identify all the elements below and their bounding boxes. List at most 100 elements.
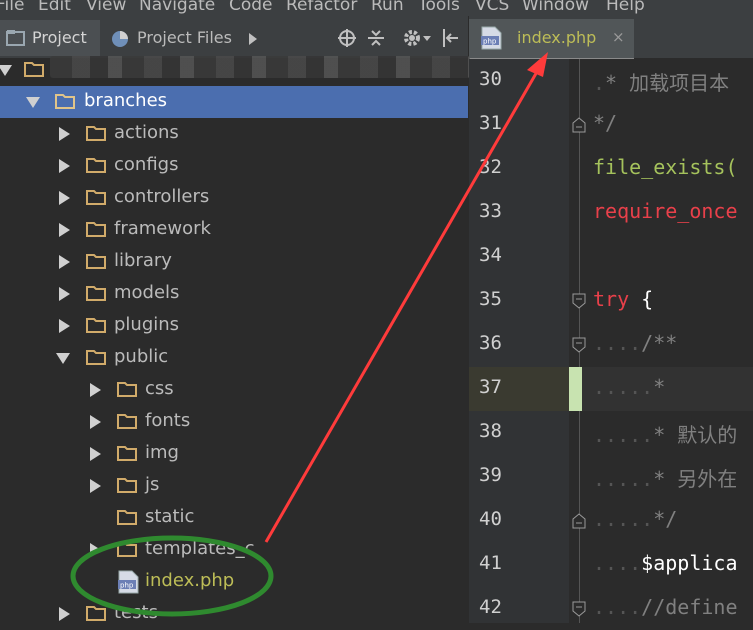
fold-start-icon[interactable] <box>572 293 586 309</box>
tree-item-public[interactable]: public <box>0 342 468 374</box>
chevron-right-icon[interactable] <box>90 447 101 461</box>
line-number: 30 <box>479 68 502 90</box>
fold-end-icon[interactable] <box>572 513 586 529</box>
tab-project[interactable]: Project <box>0 20 100 56</box>
folder-icon <box>55 94 75 109</box>
folder-icon <box>86 286 106 301</box>
editor-tab-index-php[interactable]: php index.php × <box>469 19 634 61</box>
code-line[interactable]: 30 .* 加载项目本 <box>469 59 753 103</box>
tree-item-framework[interactable]: framework <box>0 214 468 246</box>
chevron-down-icon[interactable] <box>423 36 431 42</box>
line-number: 39 <box>479 464 502 486</box>
view-dropdown-arrow-icon[interactable] <box>248 33 258 45</box>
tree-item-library[interactable]: library <box>0 246 468 278</box>
tree-item-actions[interactable]: actions <box>0 118 468 150</box>
code-line[interactable]: 39 .....* 另外在 <box>469 455 753 499</box>
tree-item-static[interactable]: static <box>0 502 468 534</box>
tree-item-controllers[interactable]: controllers <box>0 182 468 214</box>
code-line-current[interactable]: 37 .....* <box>469 367 753 411</box>
menu-help[interactable]: Help <box>606 0 645 15</box>
menu-view[interactable]: View <box>86 0 126 15</box>
tree-item-css[interactable]: css <box>0 374 468 406</box>
close-icon[interactable]: × <box>612 28 625 46</box>
fold-start-icon[interactable] <box>572 337 586 353</box>
line-number: 40 <box>479 508 502 530</box>
code-line[interactable]: 42 ....//define <box>469 587 753 623</box>
tree-item-configs[interactable]: configs <box>0 150 468 182</box>
tree-item-js[interactable]: js <box>0 470 468 502</box>
chevron-down-icon[interactable] <box>26 97 40 108</box>
change-marker <box>569 367 582 411</box>
code-line[interactable]: 36 ..../** <box>469 323 753 367</box>
tree-item-templates-c[interactable]: templates_c <box>0 534 468 566</box>
project-icon <box>6 30 25 46</box>
code-text: .....* <box>593 375 666 399</box>
chevron-right-icon[interactable] <box>59 127 70 141</box>
menu-navigate[interactable]: Navigate <box>139 0 215 15</box>
folder-icon <box>86 606 106 621</box>
tree-item-models[interactable]: models <box>0 278 468 310</box>
folder-icon <box>86 350 106 365</box>
chevron-down-icon[interactable] <box>56 353 70 364</box>
tree-item-label: tests <box>114 602 158 623</box>
code-line[interactable]: 41 ....$applica <box>469 543 753 587</box>
gear-icon[interactable] <box>402 28 422 48</box>
folder-icon <box>117 382 137 397</box>
line-number: 41 <box>479 552 502 574</box>
code-line[interactable]: 38 .....* 默认的 <box>469 411 753 455</box>
menu-refactor[interactable]: Refactor <box>286 0 357 15</box>
php-file-icon: php <box>481 26 502 50</box>
menu-window[interactable]: Window <box>522 0 589 15</box>
code-line[interactable]: 35 try { <box>469 279 753 323</box>
chevron-right-icon[interactable] <box>90 415 101 429</box>
code-editor[interactable]: 30 .* 加载项目本 31 */ 32 file_exists( 33 req… <box>469 59 753 623</box>
chevron-right-icon[interactable] <box>59 287 70 301</box>
tree-item-label: index.php <box>145 570 235 591</box>
hide-panel-icon[interactable] <box>440 28 460 48</box>
chevron-right-icon[interactable] <box>59 255 70 269</box>
folder-icon <box>86 158 106 173</box>
tab-project-files[interactable]: Project Files <box>106 20 236 56</box>
tree-item-plugins[interactable]: plugins <box>0 310 468 342</box>
code-line[interactable]: 32 file_exists( <box>469 147 753 191</box>
chevron-right-icon[interactable] <box>59 191 70 205</box>
tree-item-label: templates_c <box>145 538 255 559</box>
menu-run[interactable]: Run <box>371 0 404 15</box>
tab-project-files-label: Project Files <box>137 28 232 47</box>
menu-tools[interactable]: Tools <box>418 0 460 15</box>
tree-item-branches[interactable]: branches <box>0 86 468 118</box>
tree-item-label: fonts <box>145 410 191 431</box>
chevron-down-icon[interactable] <box>0 65 12 76</box>
chevron-right-icon[interactable] <box>59 223 70 237</box>
chevron-right-icon[interactable] <box>90 543 101 557</box>
tree-item-label: js <box>145 474 160 495</box>
tree-item-index-php[interactable]: php index.php <box>0 566 468 598</box>
tree-item-tests[interactable]: tests <box>0 598 468 630</box>
code-line[interactable]: 33 require_once <box>469 191 753 235</box>
menu-vcs[interactable]: VCS <box>475 0 509 15</box>
chevron-right-icon[interactable] <box>59 607 70 621</box>
code-line[interactable]: 40 .....*/ <box>469 499 753 543</box>
menu-code[interactable]: Code <box>229 0 273 15</box>
line-number: 34 <box>479 244 502 266</box>
collapse-all-icon[interactable] <box>366 28 386 48</box>
tree-item-fonts[interactable]: fonts <box>0 406 468 438</box>
menu-edit[interactable]: Edit <box>38 0 71 15</box>
fold-end-icon[interactable] <box>572 117 586 133</box>
chevron-right-icon[interactable] <box>59 319 70 333</box>
fold-start-icon[interactable] <box>572 601 586 617</box>
tree-item-label: controllers <box>114 186 210 207</box>
chevron-right-icon[interactable] <box>90 479 101 493</box>
tree-item-label: img <box>145 442 179 463</box>
locate-target-icon[interactable] <box>337 28 357 48</box>
code-text: require_once <box>593 199 738 223</box>
tree-item-img[interactable]: img <box>0 438 468 470</box>
chevron-right-icon[interactable] <box>90 383 101 397</box>
code-line[interactable]: 34 <box>469 235 753 279</box>
menu-file[interactable]: File <box>0 0 24 15</box>
chevron-right-icon[interactable] <box>59 159 70 173</box>
code-line[interactable]: 31 */ <box>469 103 753 147</box>
code-text: .....* 另外在 <box>593 467 738 491</box>
editor-tab-label: index.php <box>517 28 597 47</box>
tree-root[interactable] <box>0 54 470 86</box>
